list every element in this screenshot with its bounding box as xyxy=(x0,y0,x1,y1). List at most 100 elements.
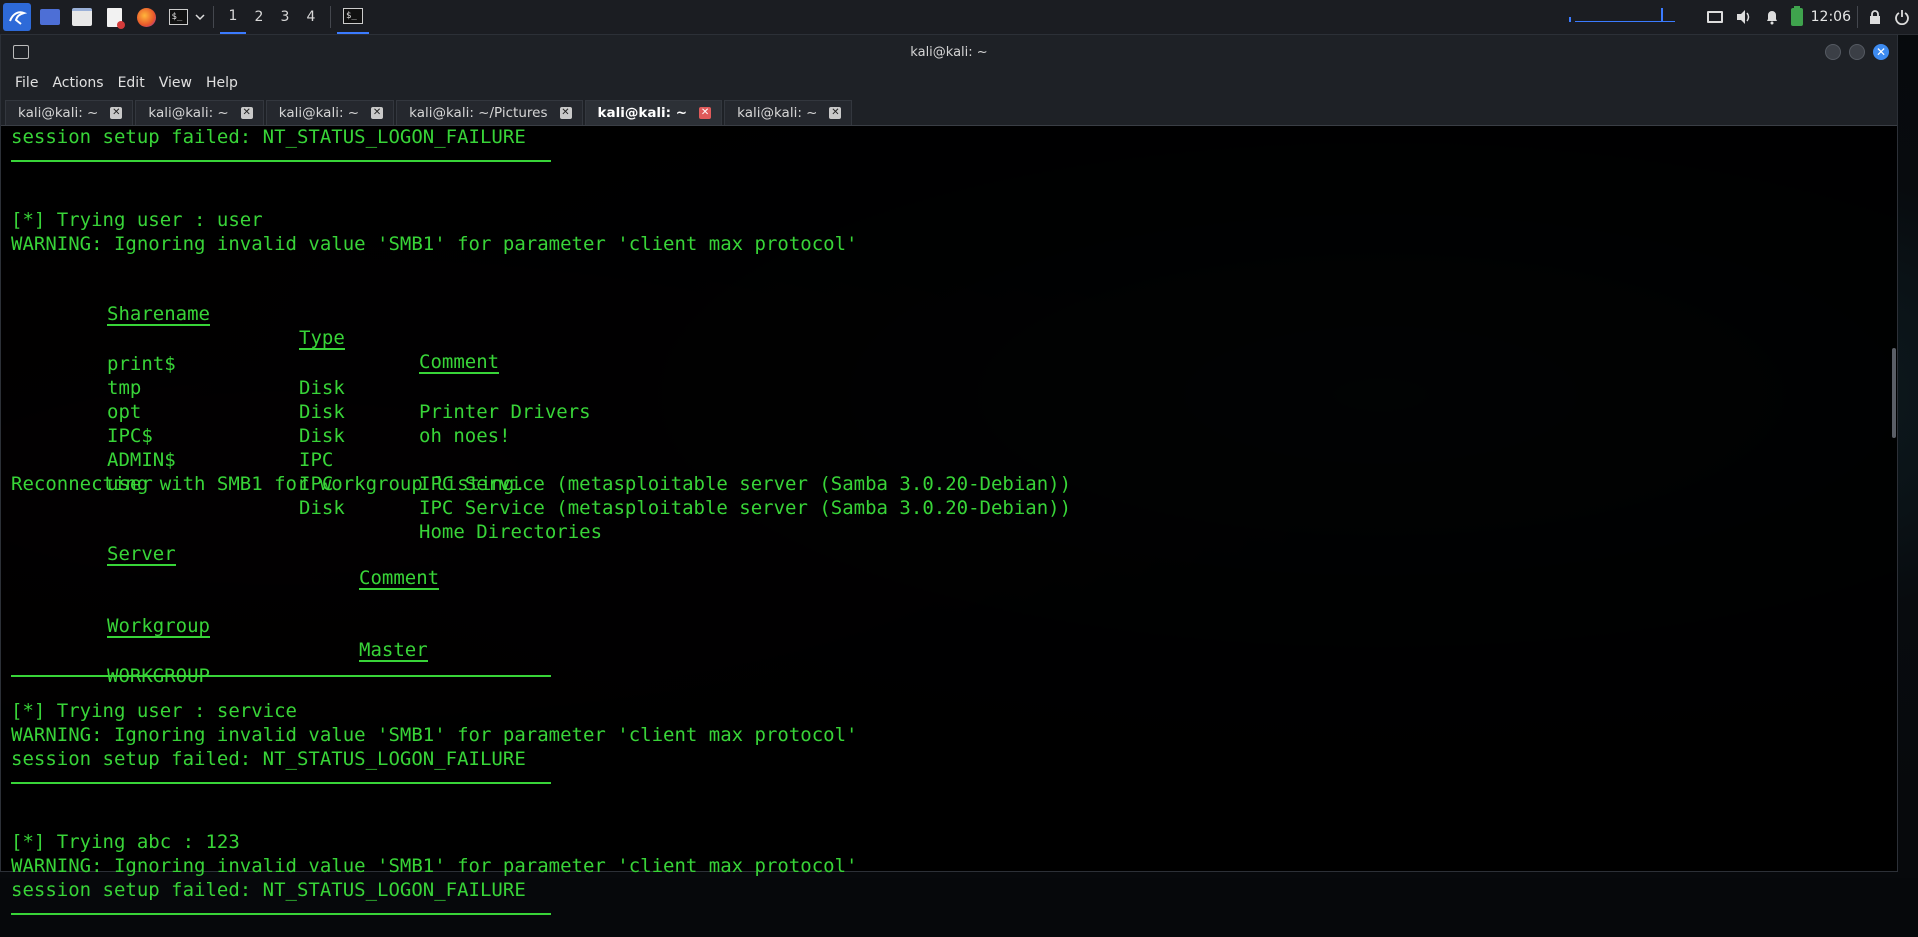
close-button[interactable]: ✕ xyxy=(1873,44,1889,60)
tab-bar: kali@kali: ~ ✕ kali@kali: ~ ✕ kali@kali: ~… xyxy=(1,97,1897,126)
menu-actions[interactable]: Actions xyxy=(52,75,103,91)
tab-label: kali@kali: ~ xyxy=(148,105,229,121)
tab-close-icon[interactable]: ✕ xyxy=(110,107,123,119)
workgroup-header: Workgroup xyxy=(107,615,210,638)
terminal-line: session setup failed: NT_STATUS_LOGON_FA… xyxy=(11,126,526,148)
menu-edit[interactable]: Edit xyxy=(118,75,145,91)
terminal-line: [*] Trying user : service xyxy=(11,700,297,722)
terminal-line: [*] Trying user : user xyxy=(11,209,263,231)
tab-3[interactable]: kali@kali: ~ ✕ xyxy=(265,100,395,125)
tab-label: kali@kali: ~/Pictures xyxy=(409,105,548,121)
tab-1[interactable]: kali@kali: ~ ✕ xyxy=(5,100,134,125)
menu-view[interactable]: View xyxy=(159,75,192,91)
chevron-down-icon[interactable] xyxy=(193,4,207,30)
panel-separator xyxy=(1857,6,1858,28)
window-titlebar[interactable]: kali@kali: ~ ✕ xyxy=(1,35,1897,69)
tab-5-active[interactable]: kali@kali: ~ ✕ xyxy=(584,100,723,125)
tab-2[interactable]: kali@kali: ~ ✕ xyxy=(135,100,264,125)
tab-4[interactable]: kali@kali: ~/Pictures ✕ xyxy=(396,100,583,125)
panel-separator xyxy=(213,6,214,28)
battery-icon[interactable] xyxy=(1790,6,1803,26)
server-comment-header: Comment xyxy=(359,567,440,590)
separator-line xyxy=(11,675,1887,699)
tab-label: kali@kali: ~ xyxy=(18,105,99,121)
close-icon: ✕ xyxy=(1875,45,1887,59)
share-row: IPC$ IPC IPC Service (metasploitable ser… xyxy=(11,400,1887,495)
volume-icon[interactable] xyxy=(1735,9,1753,25)
file-manager-icon[interactable] xyxy=(69,4,95,30)
tab-close-icon[interactable]: ✕ xyxy=(371,107,384,119)
share-comment: IPC Service (metasploitable server (Samb… xyxy=(419,497,1072,519)
panel-separator xyxy=(330,6,331,28)
window-title: kali@kali: ~ xyxy=(910,44,988,60)
tab-close-icon[interactable]: ✕ xyxy=(240,107,253,119)
top-panel: $_ 1 2 3 4 $_ 12:06 xyxy=(0,0,1918,35)
share-table-header: Sharename Type Comment xyxy=(11,280,1887,374)
scrollbar-thumb[interactable] xyxy=(1892,348,1896,438)
show-desktop-icon[interactable] xyxy=(37,4,63,30)
terminal-line: WARNING: Ignoring invalid value 'SMB1' f… xyxy=(11,233,858,255)
minimize-button[interactable] xyxy=(1825,44,1841,60)
text-editor-icon[interactable] xyxy=(101,4,127,30)
menu-bar: File Actions Edit View Help xyxy=(1,69,1897,97)
tab-close-icon[interactable]: ✕ xyxy=(559,107,572,119)
terminal-launcher-icon[interactable]: $_ xyxy=(165,4,191,30)
terminal-scrollbar[interactable] xyxy=(1889,130,1897,870)
workgroup-table-header: Workgroup Master xyxy=(11,592,1887,662)
menu-help[interactable]: Help xyxy=(206,75,238,91)
kali-menu-icon[interactable] xyxy=(3,3,31,31)
window-display-icon[interactable] xyxy=(1706,11,1723,23)
terminal-icon: $_ xyxy=(343,8,363,24)
power-icon[interactable] xyxy=(1894,9,1910,25)
share-row: opt Disk xyxy=(11,376,1887,447)
workspace-1[interactable]: 1 xyxy=(220,0,246,34)
maximize-button[interactable] xyxy=(1849,44,1865,60)
window-controls: ✕ xyxy=(1817,44,1889,60)
lock-icon[interactable] xyxy=(1868,9,1882,25)
share-type: Disk xyxy=(299,497,345,519)
server-header: Server xyxy=(107,543,176,566)
separator-line xyxy=(11,913,1887,937)
terminal-line: [*] Trying abc : 123 xyxy=(11,831,240,853)
tab-label: kali@kali: ~ xyxy=(737,105,818,121)
network-graph xyxy=(1565,6,1675,28)
menu-file[interactable]: File xyxy=(15,75,38,91)
terminal-line: WARNING: Ignoring invalid value 'SMB1' f… xyxy=(11,855,858,877)
workspace-4[interactable]: 4 xyxy=(298,0,324,34)
tab-label: kali@kali: ~ xyxy=(278,105,360,121)
share-row: ADMIN$ IPC IPC Service (metasploitable s… xyxy=(11,424,1887,519)
terminal-line: session setup failed: NT_STATUS_LOGON_FA… xyxy=(11,879,526,901)
window-terminal-icon xyxy=(13,45,29,59)
clock[interactable]: 12:06 xyxy=(1811,9,1851,25)
firefox-icon[interactable] xyxy=(133,4,159,30)
launcher-area: $_ xyxy=(0,0,207,34)
taskbar-terminal-button[interactable]: $_ xyxy=(337,0,369,34)
panel-tray: 12:06 xyxy=(1565,0,1918,34)
workgroup-row: WORKGROUP xyxy=(11,640,1887,687)
share-row: tmp Disk oh noes! xyxy=(11,352,1887,447)
tab-label: kali@kali: ~ xyxy=(597,105,688,121)
separator-line xyxy=(11,782,1887,806)
share-row: user Disk Home Directories xyxy=(11,448,1887,543)
tab-close-icon[interactable]: ✕ xyxy=(699,107,712,119)
notification-bell-icon[interactable] xyxy=(1765,9,1779,25)
share-type: IPC xyxy=(299,473,334,495)
terminal-output[interactable]: session setup failed: NT_STATUS_LOGON_FA… xyxy=(1,125,1887,915)
server-table-header: Server Comment xyxy=(11,520,1887,590)
workspace-3[interactable]: 3 xyxy=(272,0,298,34)
share-row: print$ Disk Printer Drivers xyxy=(11,328,1887,423)
terminal-line: session setup failed: NT_STATUS_LOGON_FA… xyxy=(11,748,526,770)
separator-line xyxy=(11,160,1887,184)
share-comment: IPC Service (metasploitable server (Samb… xyxy=(419,473,1072,495)
tab-close-icon[interactable]: ✕ xyxy=(829,107,842,119)
share-name: user xyxy=(107,473,153,495)
tab-6[interactable]: kali@kali: ~ ✕ xyxy=(724,100,853,125)
workspace-2[interactable]: 2 xyxy=(246,0,272,34)
